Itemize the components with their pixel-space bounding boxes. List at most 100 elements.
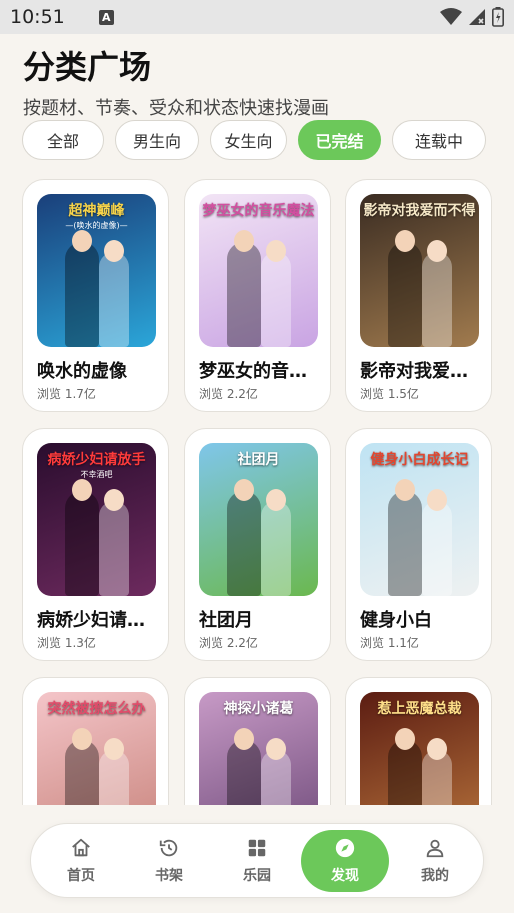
cover-figure-head xyxy=(427,738,447,760)
page-subtitle: 按题材、节奏、受众和状态快速找漫画 xyxy=(23,98,329,119)
comic-card[interactable]: 病娇少妇请放手不幸酒吧病娇少妇请不幸酒吧浏览 1.3亿 xyxy=(22,428,169,661)
nav-discover[interactable]: 发现 xyxy=(301,830,389,892)
cover-figure-head xyxy=(72,230,92,252)
cover-figure-head xyxy=(427,489,447,511)
comic-views: 浏览 2.2亿 xyxy=(199,636,258,650)
cover-figure xyxy=(227,491,261,596)
comic-cover: 病娇少妇请放手 不幸酒吧 xyxy=(37,443,156,596)
cover-figure xyxy=(388,491,422,596)
comic-cover: 突然被撩怎么办 xyxy=(37,692,156,805)
nav-home[interactable]: 首页 xyxy=(43,830,119,892)
comic-card[interactable]: 健身小白成长记健身小白浏览 1.1亿 xyxy=(345,428,492,661)
grid-icon xyxy=(248,839,266,857)
comic-views: 浏览 1.1亿 xyxy=(360,636,419,650)
comic-card[interactable]: 梦巫女的音乐魔法梦巫女的音乐魔法浏览 2.2亿 xyxy=(184,179,331,412)
cover-figure-head xyxy=(234,479,254,501)
comic-name: 唤水的虚像 xyxy=(37,361,127,382)
comic-card[interactable]: 神探小诸葛神探小诸葛 xyxy=(184,677,331,805)
status-icons xyxy=(440,7,504,27)
cover-title: 梦巫女的音乐魔法 xyxy=(202,203,315,219)
comic-cover: 惹上恶魔总裁 xyxy=(360,692,479,805)
cover-title: 健身小白成长记 xyxy=(370,452,469,468)
comic-views: 浏览 1.3亿 xyxy=(37,636,96,650)
comic-grid: 超神巅峰 —(唤水的虚像)— 唤水的虚像浏览 1.7亿 梦巫女的音乐魔法梦巫女的音乐魔… xyxy=(22,179,492,805)
cover-figure xyxy=(422,501,452,596)
home-icon xyxy=(72,838,90,857)
comic-card[interactable]: 突然被撩怎么办突然被撩怎么办 xyxy=(22,677,169,805)
status-time: 10:51 xyxy=(10,6,65,28)
cover-title: 神探小诸葛 xyxy=(223,701,294,717)
cover-subtitle: 不幸酒吧 xyxy=(80,470,113,479)
filter-chip-all[interactable]: 全部 xyxy=(22,120,104,160)
history-icon xyxy=(159,839,178,857)
compass-icon xyxy=(335,838,355,858)
cover-figure xyxy=(227,242,261,347)
cover-figure-head xyxy=(234,728,254,750)
filter-chip-ongoing[interactable]: 连载中 xyxy=(392,120,486,160)
filter-chip-completed[interactable]: 已完结 xyxy=(298,120,381,160)
cover-figure xyxy=(99,501,129,596)
nav-profile-label: 我的 xyxy=(421,868,449,884)
user-icon xyxy=(426,839,444,858)
cover-figure-head xyxy=(72,479,92,501)
comic-views: 浏览 1.5亿 xyxy=(360,387,419,401)
nav-discover-label: 发现 xyxy=(331,868,359,884)
cover-title: 超神巅峰 xyxy=(68,203,125,219)
comic-cover: 影帝对我爱而不得 xyxy=(360,194,479,347)
cover-figure-head xyxy=(395,230,415,252)
comic-card[interactable]: 影帝对我爱而不得影帝对我爱而不得浏览 1.5亿 xyxy=(345,179,492,412)
filter-chips: 全部 男生向 女生向 已完结 连载中 xyxy=(22,120,486,160)
comic-name: 社团月 xyxy=(199,610,253,631)
comic-cover: 健身小白成长记 xyxy=(360,443,479,596)
nav-profile[interactable]: 我的 xyxy=(397,830,473,892)
cover-subtitle: —(唤水的虚像)— xyxy=(65,221,128,230)
comic-name: 影帝对我爱而不得 xyxy=(360,361,482,382)
cover-figure xyxy=(261,252,291,347)
battery-icon xyxy=(492,7,504,27)
nav-bookshelf[interactable]: 书架 xyxy=(131,830,207,892)
nav-bookshelf-label: 书架 xyxy=(155,868,183,884)
cover-figure xyxy=(99,252,129,347)
cover-figure-head xyxy=(72,728,92,750)
cover-figure-head xyxy=(234,230,254,252)
nav-home-label: 首页 xyxy=(67,868,95,884)
cover-figure-head xyxy=(104,240,124,262)
cover-figure xyxy=(388,242,422,347)
cover-figure-head xyxy=(395,728,415,750)
wifi-icon xyxy=(440,8,462,25)
cover-figure-head xyxy=(427,240,447,262)
cover-title: 影帝对我爱而不得 xyxy=(363,203,476,219)
cover-figure-head xyxy=(266,240,286,262)
filter-chip-female[interactable]: 女生向 xyxy=(210,120,287,160)
comic-card[interactable]: 社团月 社团月 浏览 2.2亿 xyxy=(184,428,331,661)
comic-name: 病娇少妇请不幸酒吧 xyxy=(37,610,159,631)
cover-figure xyxy=(65,242,99,347)
comic-cover: 神探小诸葛 xyxy=(199,692,318,805)
discover-page: 分类广场 按题材、节奏、受众和状态快速找漫画 全部 男生向 女生向 已完结 连载… xyxy=(0,34,514,913)
cover-title: 社团月 xyxy=(237,452,280,468)
comic-card[interactable]: 惹上恶魔总裁惹上恶魔总裁 xyxy=(345,677,492,805)
comic-cover: 梦巫女的音乐魔法 xyxy=(199,194,318,347)
comic-cover: 超神巅峰 —(唤水的虚像)— xyxy=(37,194,156,347)
cover-figure xyxy=(65,491,99,596)
signal-icon xyxy=(469,9,485,25)
notification-icon: A xyxy=(98,9,114,25)
filter-chip-male[interactable]: 男生向 xyxy=(115,120,199,160)
comic-card[interactable]: 超神巅峰 —(唤水的虚像)— 唤水的虚像浏览 1.7亿 xyxy=(22,179,169,412)
comic-name: 健身小白 xyxy=(360,610,432,631)
nav-paradise-label: 乐园 xyxy=(243,868,271,884)
cover-figure xyxy=(422,252,452,347)
cover-figure-head xyxy=(104,738,124,760)
cover-figure-head xyxy=(266,489,286,511)
cover-figure xyxy=(261,501,291,596)
cover-figure-head xyxy=(266,738,286,760)
status-bar: 10:51 A xyxy=(0,0,514,34)
cover-title: 惹上恶魔总裁 xyxy=(377,701,462,717)
comic-views: 浏览 1.7亿 xyxy=(37,387,96,401)
cover-title: 突然被撩怎么办 xyxy=(47,701,146,717)
bottom-nav: 首页 书架 乐园 发现 我的 xyxy=(30,823,484,898)
page-title: 分类广场 xyxy=(23,48,152,86)
cover-figure-head xyxy=(104,489,124,511)
cover-figure-head xyxy=(395,479,415,501)
nav-paradise[interactable]: 乐园 xyxy=(219,830,295,892)
